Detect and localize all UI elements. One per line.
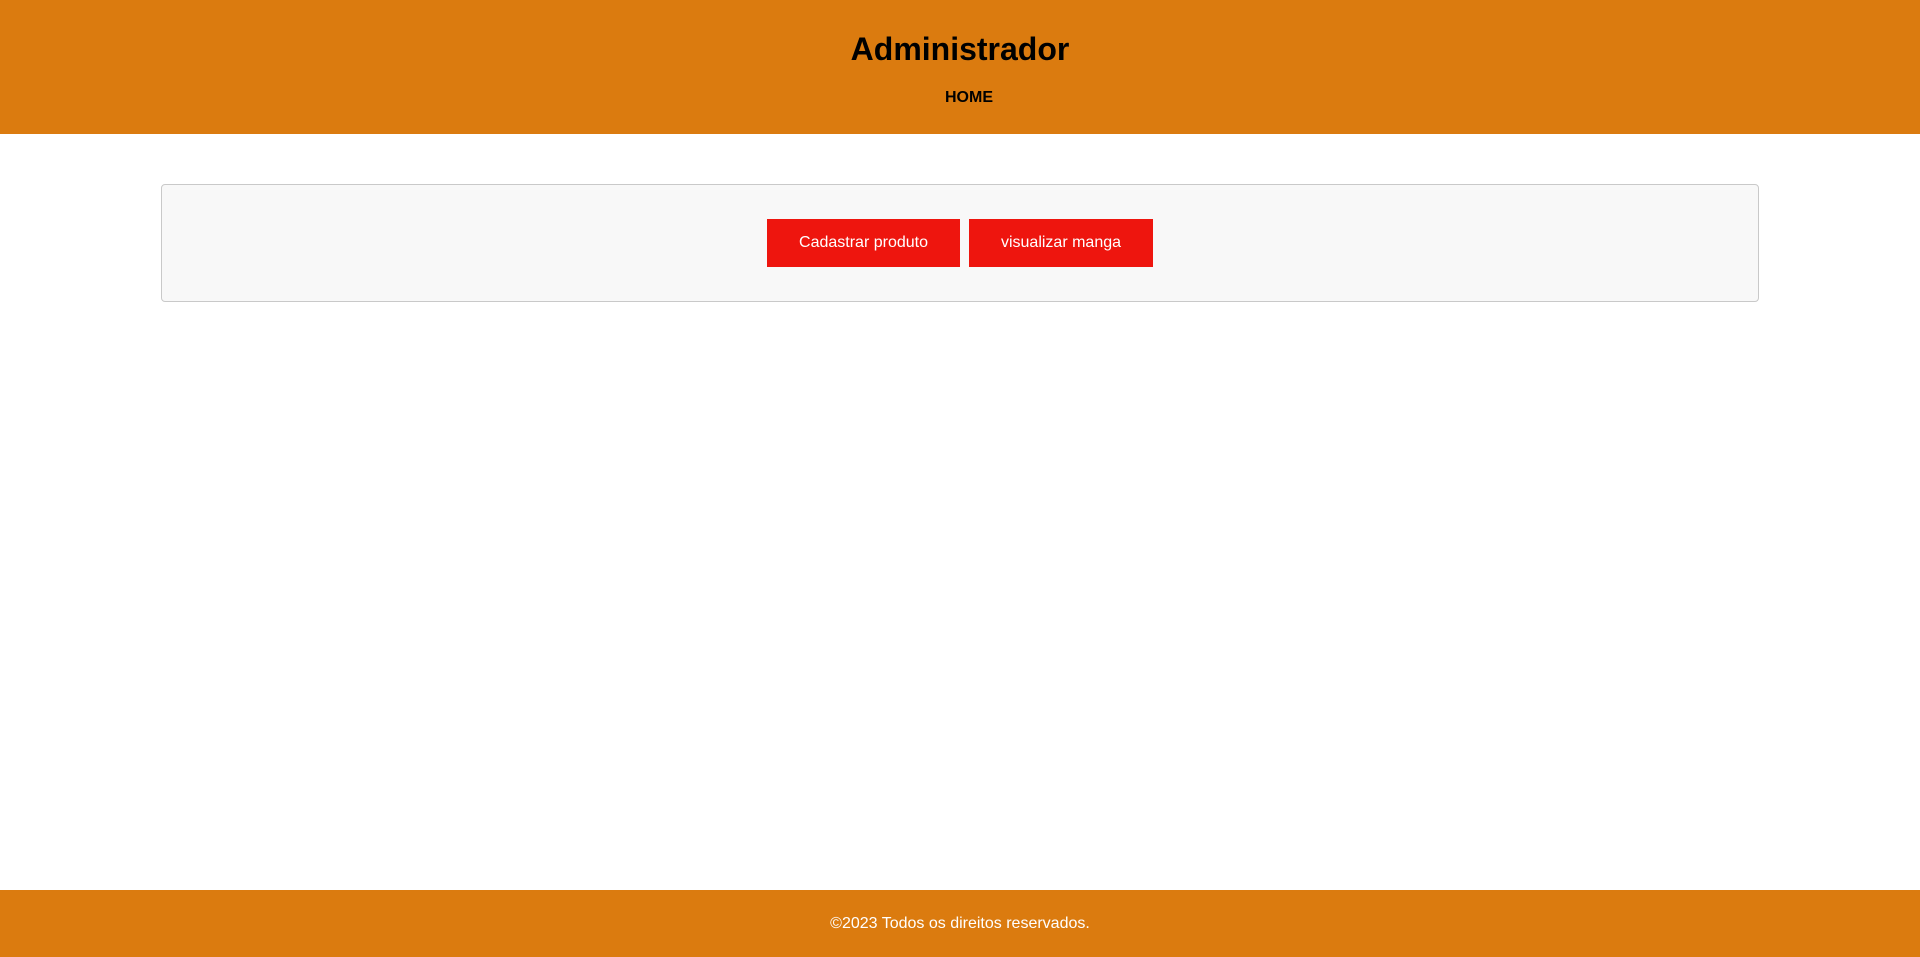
- main-nav: HOME: [0, 86, 1920, 110]
- view-manga-button[interactable]: visualizar manga: [969, 219, 1153, 267]
- site-footer: ©2023 Todos os direitos reservados.: [0, 890, 1920, 957]
- copyright-text: ©2023 Todos os direitos reservados.: [830, 914, 1090, 932]
- page-title: Administrador: [850, 31, 1070, 67]
- actions-panel: Cadastrar produto visualizar manga: [161, 184, 1759, 302]
- register-product-button[interactable]: Cadastrar produto: [767, 219, 960, 267]
- page: Administrador HOME Cadastrar produto vis…: [0, 0, 1920, 957]
- site-header: Administrador HOME: [0, 0, 1920, 134]
- panel-actions: Cadastrar produto visualizar manga: [162, 219, 1758, 267]
- nav-home-link[interactable]: HOME: [945, 86, 993, 110]
